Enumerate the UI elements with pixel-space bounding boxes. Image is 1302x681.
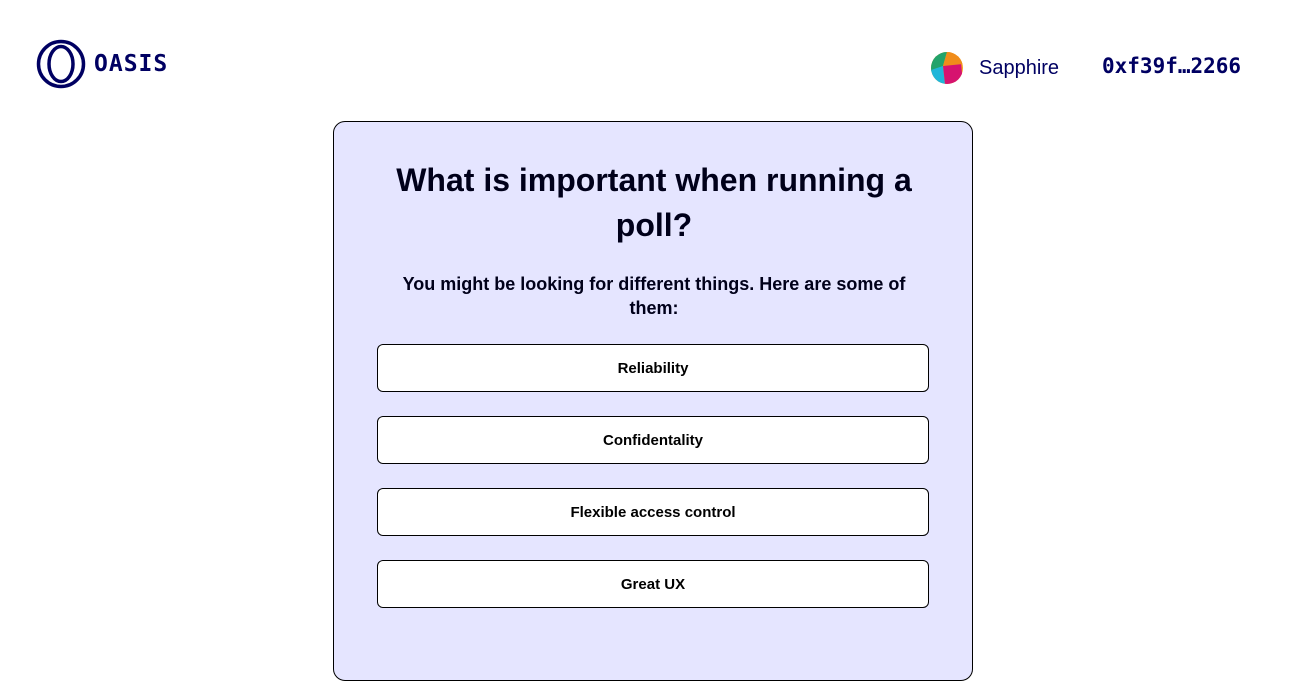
oasis-logo[interactable]: OASIS bbox=[36, 39, 168, 89]
oasis-ring-icon bbox=[36, 39, 86, 89]
poll-choice-button[interactable]: Reliability bbox=[377, 344, 929, 392]
poll-card: What is important when running a poll? Y… bbox=[333, 121, 973, 681]
poll-description: You might be looking for different thing… bbox=[402, 274, 906, 318]
app-header: OASIS Sapphire 0xf39f…2266 bbox=[0, 0, 1302, 121]
account-address-button[interactable]: 0xf39f…2266 bbox=[1102, 54, 1241, 78]
sapphire-network-icon bbox=[931, 52, 963, 84]
poll-title: What is important when running a poll? bbox=[396, 162, 912, 243]
network-indicator[interactable]: Sapphire bbox=[931, 52, 1059, 84]
poll-choice-button[interactable]: Flexible access control bbox=[377, 488, 929, 536]
logo-text: OASIS bbox=[94, 51, 169, 77]
poll-choice-button[interactable]: Great UX bbox=[377, 560, 929, 608]
network-label: Sapphire bbox=[979, 56, 1060, 79]
poll-choice-button[interactable]: Confidentality bbox=[377, 416, 929, 464]
